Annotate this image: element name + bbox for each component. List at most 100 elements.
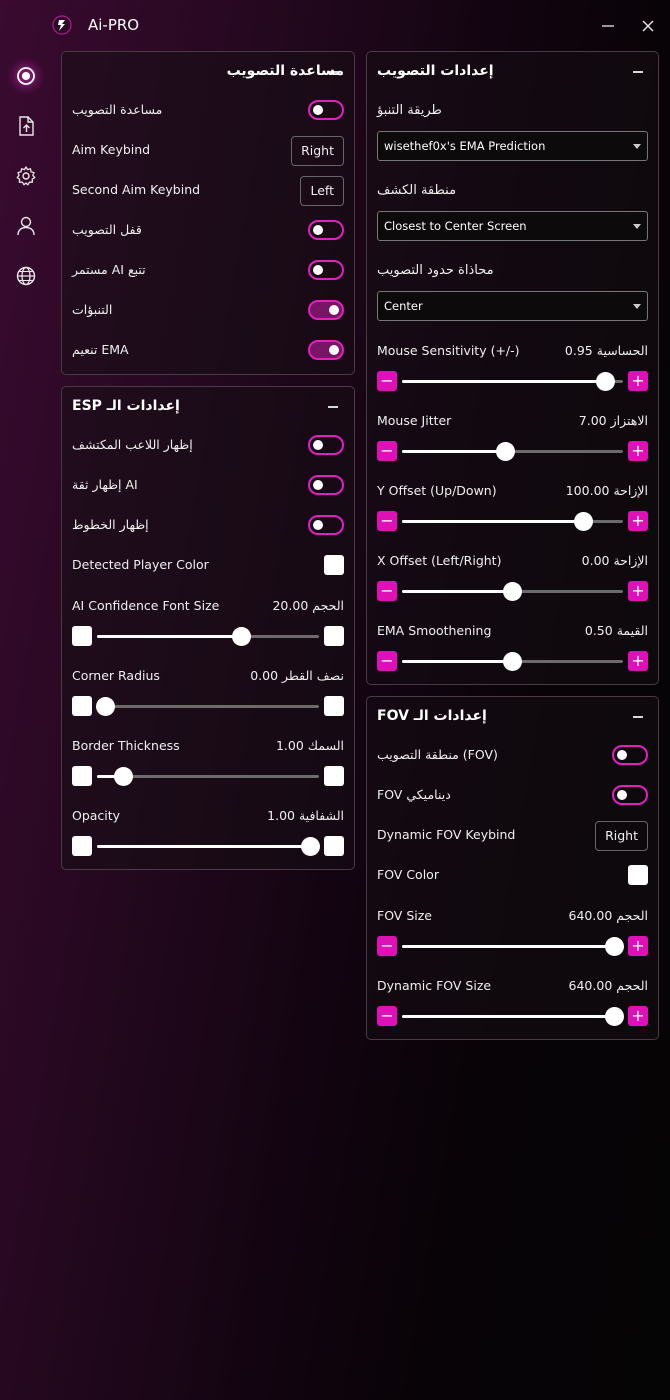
minus-button[interactable]: − xyxy=(377,1006,397,1026)
increment-button[interactable] xyxy=(324,696,344,716)
ai-tracking-toggle[interactable] xyxy=(308,260,344,280)
minimize-icon[interactable] xyxy=(596,14,620,38)
slider-label: EMA Smoothening xyxy=(377,623,492,638)
slider-thumb[interactable] xyxy=(300,837,320,856)
plus-button[interactable]: + xyxy=(628,511,648,531)
slider-thumb[interactable] xyxy=(231,627,251,646)
ema-smoothing-toggle[interactable] xyxy=(308,340,344,360)
slider-track[interactable] xyxy=(402,937,624,956)
slider-track[interactable] xyxy=(402,582,623,601)
aim-alignment-select[interactable]: Center xyxy=(377,291,648,321)
slider-thumb[interactable] xyxy=(573,512,593,531)
slider-header: Mouse Jitter الاهتزاز 7.00 xyxy=(377,413,648,433)
slider-value: الإزاحة 0.00 xyxy=(581,553,648,568)
plus-button[interactable]: + xyxy=(628,581,648,601)
second-aim-keybind-button[interactable]: Left xyxy=(300,176,344,206)
minus-button[interactable]: − xyxy=(377,651,397,671)
sidebar-item-settings[interactable] xyxy=(8,158,44,194)
detected-player-color-swatch[interactable] xyxy=(324,555,344,575)
decrement-button[interactable] xyxy=(72,626,92,646)
detected-player-color-row: Detected Player Color xyxy=(72,551,344,581)
slider-label: AI Confidence Font Size xyxy=(72,598,220,613)
sidebar-item-language[interactable] xyxy=(8,258,44,294)
slider-value: القيمة 0.50 xyxy=(584,623,648,638)
second-aim-keybind-row: Second Aim Keybind Left xyxy=(72,176,344,206)
increment-button[interactable] xyxy=(324,836,344,856)
dynamic-fov-toggle[interactable] xyxy=(612,785,648,805)
decrement-button[interactable] xyxy=(72,696,92,716)
aim-lock-toggle[interactable] xyxy=(308,220,344,240)
show-lines-toggle[interactable] xyxy=(308,515,344,535)
aim-assist-toggle[interactable] xyxy=(308,100,344,120)
slider-thumb[interactable] xyxy=(604,937,624,956)
slider-track[interactable] xyxy=(97,837,320,856)
show-detected-player-toggle[interactable] xyxy=(308,435,344,455)
slider-thumb[interactable] xyxy=(503,652,522,671)
slider-thumb[interactable] xyxy=(96,697,116,716)
prediction-method-select[interactable]: wisethef0x's EMA Prediction xyxy=(377,131,648,161)
slider-thumb[interactable] xyxy=(604,1007,624,1026)
predictions-toggle[interactable] xyxy=(308,300,344,320)
minus-button[interactable]: − xyxy=(377,936,397,956)
slider-track[interactable] xyxy=(402,512,623,531)
slider-thumb[interactable] xyxy=(496,442,516,461)
slider-track[interactable] xyxy=(402,442,623,461)
show-ai-confidence-toggle[interactable] xyxy=(308,475,344,495)
slider-header: AI Confidence Font Size الحجم 20.00 xyxy=(72,598,344,618)
aim-lock-row: قفل التصويب xyxy=(72,216,344,246)
plus-button[interactable]: + xyxy=(628,1006,648,1026)
plus-button[interactable]: + xyxy=(628,441,648,461)
fov-color-swatch[interactable] xyxy=(628,865,648,885)
aim-alignment-label: محاذاة حدود التصويب xyxy=(377,263,494,278)
fov-header[interactable]: إعدادات الـ FOV xyxy=(367,697,658,737)
close-icon[interactable] xyxy=(636,14,660,38)
plus-button[interactable]: + xyxy=(628,936,648,956)
minus-button[interactable]: − xyxy=(377,581,397,601)
aim-assist-header[interactable]: مساعدة التصويب xyxy=(62,52,354,92)
minus-button[interactable]: − xyxy=(377,441,397,461)
corner-radius-slider xyxy=(72,696,344,716)
second-aim-keybind-label: Second Aim Keybind xyxy=(72,182,201,197)
slider-label: X Offset (Left/Right) xyxy=(377,553,502,568)
fov-color-label: FOV Color xyxy=(377,867,439,882)
increment-button[interactable] xyxy=(324,766,344,786)
slider-track[interactable] xyxy=(402,652,623,671)
ai-confidence-font-size-slider xyxy=(72,626,344,646)
collapse-icon[interactable] xyxy=(633,716,643,718)
aim-keybind-button[interactable]: Right xyxy=(291,136,344,166)
collapse-icon[interactable] xyxy=(633,71,643,73)
slider-header: EMA Smoothening القيمة 0.50 xyxy=(377,623,648,643)
sidebar-item-export[interactable] xyxy=(8,108,44,144)
slider-track[interactable] xyxy=(402,372,623,391)
aim-fov-toggle[interactable] xyxy=(612,745,648,765)
sidebar-item-account[interactable] xyxy=(8,208,44,244)
slider-track[interactable] xyxy=(96,697,319,716)
collapse-icon[interactable] xyxy=(328,406,338,408)
slider-label: Corner Radius xyxy=(72,668,160,683)
slider-track[interactable] xyxy=(402,1007,624,1026)
minus-button[interactable]: − xyxy=(377,511,397,531)
esp-panel: إعدادات الـ ESP إظهار اللاعب المكتشف إظه… xyxy=(61,386,355,870)
slider-value: الاهتزاز 7.00 xyxy=(578,413,648,428)
slider-thumb[interactable] xyxy=(503,582,522,601)
sidebar-item-aim[interactable] xyxy=(8,58,44,94)
aim-settings-header[interactable]: إعدادات التصويب xyxy=(367,52,658,92)
aim-settings-title: إعدادات التصويب xyxy=(377,63,494,79)
plus-button[interactable]: + xyxy=(628,371,648,391)
slider-track[interactable] xyxy=(97,627,319,646)
border-thickness-slider xyxy=(72,766,344,786)
plus-button[interactable]: + xyxy=(628,651,648,671)
decrement-button[interactable] xyxy=(72,766,92,786)
slider-value: نصف القطر 0.00 xyxy=(250,668,344,683)
dynamic-fov-keybind-button[interactable]: Right xyxy=(595,821,648,851)
slider-thumb[interactable] xyxy=(595,372,615,391)
minus-button[interactable]: − xyxy=(377,371,397,391)
slider-thumb[interactable] xyxy=(114,767,134,786)
slider-track[interactable] xyxy=(97,767,319,786)
esp-header[interactable]: إعدادات الـ ESP xyxy=(62,387,354,427)
decrement-button[interactable] xyxy=(72,836,92,856)
detection-area-select[interactable]: Closest to Center Screen xyxy=(377,211,648,241)
slider-header: Mouse Sensitivity (+/-) الحساسية 0.95 xyxy=(377,343,648,363)
app-title: Ai-PRO xyxy=(88,16,140,34)
increment-button[interactable] xyxy=(324,626,344,646)
